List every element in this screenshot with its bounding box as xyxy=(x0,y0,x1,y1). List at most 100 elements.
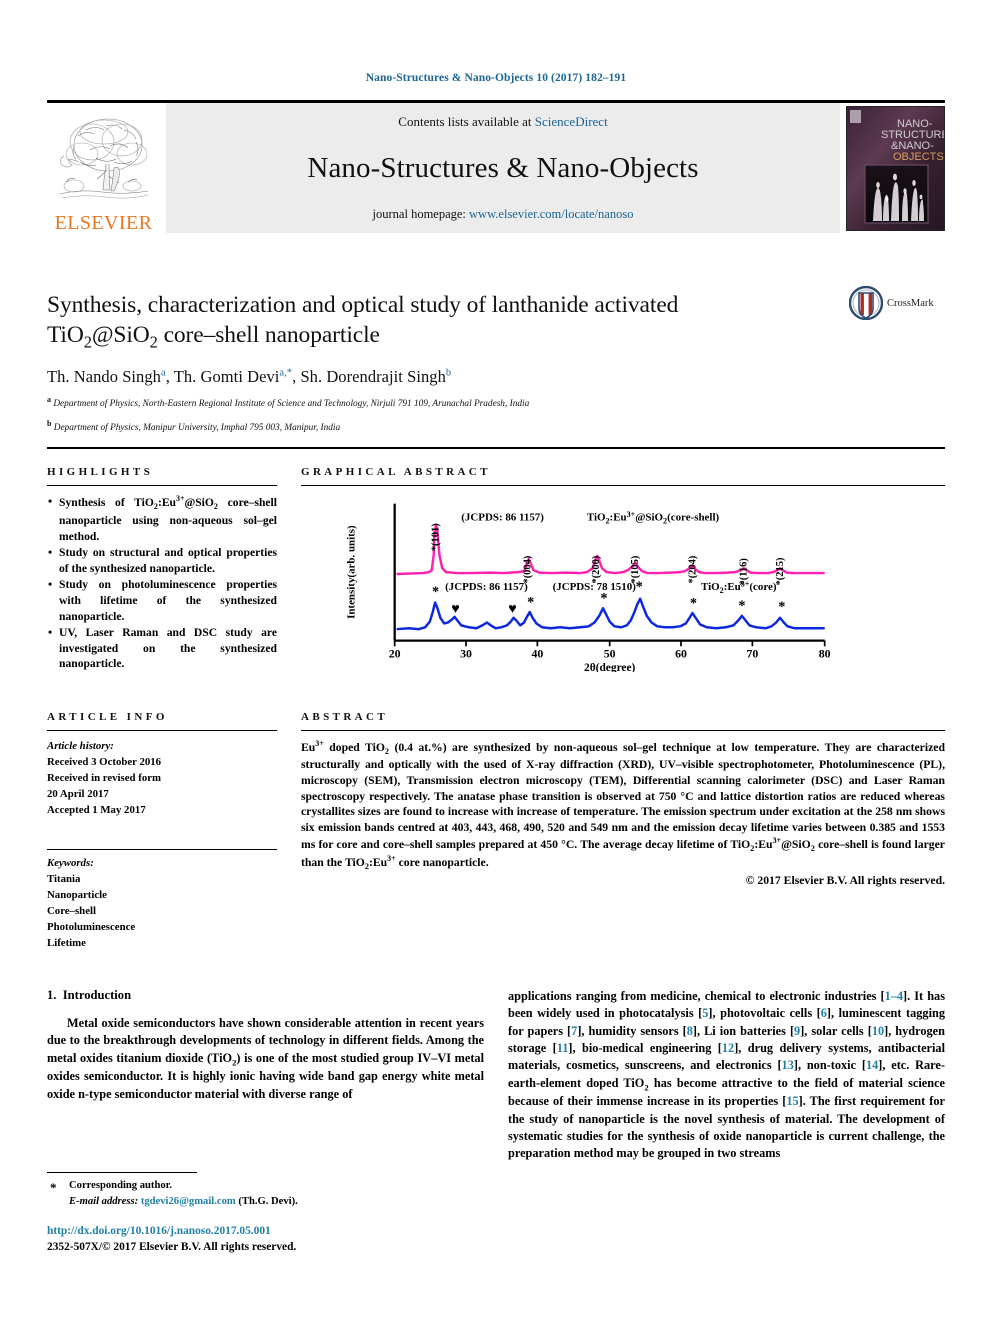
peak-label-101: *(101) xyxy=(430,523,441,551)
highlights-list: Synthesis of TiO2:Eu3+@SiO2 core–shell n… xyxy=(47,493,277,672)
intro-paragraph-left: Metal oxide semiconductors have shown co… xyxy=(47,1016,484,1101)
history-revised: Received in revised form xyxy=(47,771,162,784)
body-column-left: 1. Introduction Metal oxide semiconducto… xyxy=(47,988,484,1163)
peak-label-004: *(004) xyxy=(523,555,534,583)
list-item: Synthesis of TiO2:Eu3+@SiO2 core–shell n… xyxy=(47,493,277,544)
article-info-area: ARTICLE INFO Article history: Received 3… xyxy=(47,711,945,952)
history-accepted: Accepted 1 May 2017 xyxy=(47,803,146,816)
contents-box: Contents lists available at ScienceDirec… xyxy=(166,103,840,233)
page-footer: * Corresponding author. E-mail address: … xyxy=(47,1172,484,1255)
graphical-abstract-divider xyxy=(301,485,945,486)
page-title: Synthesis, characterization and optical … xyxy=(47,238,849,353)
elsevier-logo: ELSEVIER xyxy=(47,103,160,233)
series-label-core: TiO2:Eu3+(core) xyxy=(701,579,777,595)
email-link[interactable]: tgdevi26@gmail.com xyxy=(141,1196,236,1207)
list-item: Study on photoluminescence properties wi… xyxy=(47,576,277,624)
running-head: Nano-Structures & Nano-Objects 10 (2017)… xyxy=(365,72,627,84)
series-label-core-shell: TiO2:Eu3+@SiO2(core-shell) xyxy=(587,510,720,526)
xtick-60: 60 xyxy=(675,647,687,661)
crossmark-icon xyxy=(849,286,883,320)
journal-homepage-link[interactable]: www.elsevier.com/locate/nanoso xyxy=(469,207,633,221)
issn-copyright-line: 2352-507X/© 2017 Elsevier B.V. All right… xyxy=(47,1240,297,1253)
title-divider xyxy=(47,447,945,450)
list-item: Study on structural and optical properti… xyxy=(47,544,277,576)
series-core-shell-trace xyxy=(396,523,825,576)
core-marker-38: * xyxy=(527,594,534,610)
body-area: 1. Introduction Metal oxide semiconducto… xyxy=(47,988,945,1163)
journal-title: Nano-Structures & Nano-Objects xyxy=(307,152,699,184)
highlights-column: HIGHLIGHTS Synthesis of TiO2:Eu3+@SiO2 c… xyxy=(47,466,277,677)
series-core-trace xyxy=(396,597,825,631)
doi-block: http://dx.doi.org/10.1016/j.nanoso.2017.… xyxy=(47,1223,484,1255)
jcpds-core-shell: (JCPDS: 86 1157) xyxy=(461,512,544,524)
xtick-40: 40 xyxy=(531,647,543,661)
xtick-50: 50 xyxy=(604,647,616,661)
doi-link[interactable]: http://dx.doi.org/10.1016/j.nanoso.2017.… xyxy=(47,1225,271,1237)
title-line-1: Synthesis, characterization and optical … xyxy=(47,292,679,318)
highlights-divider xyxy=(47,485,277,486)
abstract-divider xyxy=(301,730,945,731)
corresponding-label: Corresponding author. xyxy=(69,1180,173,1191)
author-1: Th. Nando Singha xyxy=(47,366,166,386)
footnote-divider xyxy=(47,1172,197,1173)
history-revised-date: 20 April 2017 xyxy=(47,787,109,800)
list-item: UV, Laser Raman and DSC study are invest… xyxy=(47,624,277,672)
svg-text:OBJECTS: OBJECTS xyxy=(893,151,944,163)
peak-label-204: *(204) xyxy=(687,555,698,583)
graphical-abstract-heading: GRAPHICAL ABSTRACT xyxy=(301,466,491,478)
asterisk-icon: * xyxy=(50,1180,57,1195)
contents-available-line: Contents lists available at ScienceDirec… xyxy=(398,114,607,130)
core-marker-75: * xyxy=(778,599,785,615)
journal-cover-thumbnail: NANO- STRUCTURES &NANO- OBJECTS xyxy=(846,105,945,231)
article-history: Article history: Received 3 October 2016… xyxy=(47,739,277,819)
keyword-item: Core–shell xyxy=(47,904,96,917)
title-line-2: TiO2@SiO2 core–shell nanoparticle xyxy=(47,322,380,352)
xtick-20: 20 xyxy=(389,647,401,661)
core-marker-36: ♥ xyxy=(508,601,516,617)
graphical-abstract-column: GRAPHICAL ABSTRACT 20 30 40 50 60 70 80 … xyxy=(301,466,945,677)
journal-homepage-line: journal homepage: www.elsevier.com/locat… xyxy=(373,207,634,222)
abstract-text: Eu3+ doped TiO2 (0.4 at.%) are synthesiz… xyxy=(301,739,945,872)
email-label: E-mail address: xyxy=(69,1195,139,1207)
author-list: Th. Nando Singha, Th. Gomti Devia,*, Sh.… xyxy=(47,366,452,386)
author-2: Th. Gomti Devia,* xyxy=(173,366,293,386)
abstract-copyright: © 2017 Elsevier B.V. All rights reserved… xyxy=(745,874,945,888)
contents-prefix: Contents lists available at xyxy=(398,114,535,129)
highlights-heading: HIGHLIGHTS xyxy=(47,466,154,478)
sciencedirect-link[interactable]: ScienceDirect xyxy=(535,114,608,129)
intro-paragraph-right: applications ranging from medicine, chem… xyxy=(508,989,945,1161)
crossmark-badge[interactable]: CrossMark xyxy=(849,286,945,320)
history-received: Received 3 October 2016 xyxy=(47,755,162,768)
keyword-item: Lifetime xyxy=(47,936,86,949)
core-marker-28: ♥ xyxy=(451,601,459,617)
elsevier-tree-icon xyxy=(59,118,148,199)
keywords-divider xyxy=(47,848,277,850)
author-3: Sh. Dorendrajit Singhb xyxy=(300,366,452,386)
article-page: Nano-Structures & Nano-Objects 10 (2017)… xyxy=(0,0,992,1323)
info-area: HIGHLIGHTS Synthesis of TiO2:Eu3+@SiO2 c… xyxy=(47,466,945,952)
x-axis-label: 2θ(degree) xyxy=(584,662,636,672)
homepage-prefix: journal homepage: xyxy=(372,207,470,221)
abstract-heading: ABSTRACT xyxy=(301,711,389,723)
keyword-item: Titania xyxy=(47,872,81,885)
xtick-30: 30 xyxy=(460,647,472,661)
article-info-heading: ARTICLE INFO xyxy=(47,711,168,723)
article-info-column: ARTICLE INFO Article history: Received 3… xyxy=(47,711,277,952)
article-history-label: Article history: xyxy=(47,740,114,752)
journal-masthead: ELSEVIER Contents lists available at Sci… xyxy=(47,100,945,233)
core-marker-54: * xyxy=(636,579,643,595)
corresponding-author-note: * Corresponding author. E-mail address: … xyxy=(47,1178,484,1210)
elsevier-wordmark: ELSEVIER xyxy=(54,212,153,234)
xtick-80: 80 xyxy=(819,647,831,661)
keyword-item: Nanoparticle xyxy=(47,888,107,901)
section-title: 1. Introduction xyxy=(47,988,132,1002)
keywords-block: Keywords: Titania Nanoparticle Core–shel… xyxy=(47,848,277,952)
abstract-column: ABSTRACT Eu3+ doped TiO2 (0.4 at.%) are … xyxy=(301,711,945,952)
core-jcpds-2: (JCPDS: 78 1510) xyxy=(553,581,637,593)
core-marker-62: * xyxy=(690,595,697,611)
article-info-divider xyxy=(47,730,277,731)
xrd-chart: 20 30 40 50 60 70 80 2θ(degree) Intensit… xyxy=(346,503,831,674)
keywords-list: Keywords: Titania Nanoparticle Core–shel… xyxy=(47,856,277,952)
body-column-right: applications ranging from medicine, chem… xyxy=(508,988,945,1163)
title-block: Synthesis, characterization and optical … xyxy=(47,238,945,450)
